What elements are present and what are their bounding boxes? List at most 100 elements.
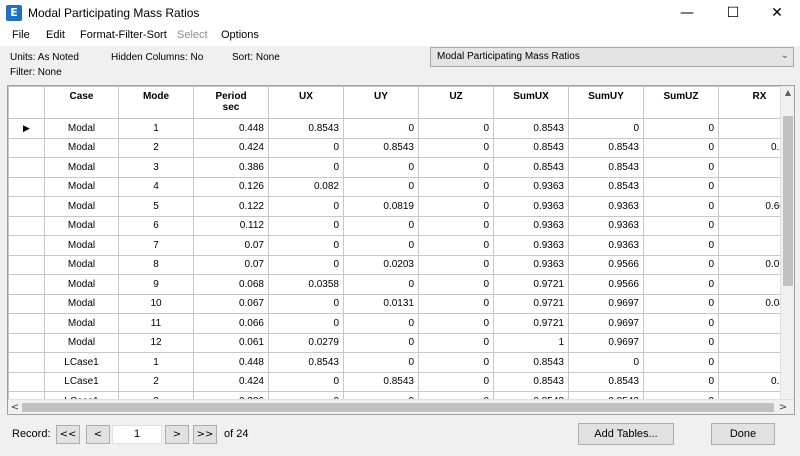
cell-case[interactable]: Modal	[44, 137, 119, 158]
cell-period[interactable]: 0.126	[193, 176, 269, 197]
cell-mode[interactable]: 2	[118, 137, 194, 158]
cell-ux[interactable]: 0	[268, 313, 344, 334]
cell-period[interactable]: 0.07	[193, 254, 269, 275]
cell-uy[interactable]: 0	[343, 235, 419, 256]
cell-sumuy[interactable]: 0.9566	[568, 254, 644, 275]
cell-case[interactable]: Modal	[44, 332, 119, 353]
cell-uy[interactable]: 0.0203	[343, 254, 419, 275]
menu-format-filter-sort[interactable]: Format-Filter-Sort	[80, 29, 167, 41]
menu-file[interactable]: File	[12, 29, 30, 41]
cell-uz[interactable]: 0	[418, 137, 494, 158]
row-selector[interactable]	[8, 352, 45, 373]
maximize-button[interactable]: ☐	[710, 0, 756, 26]
cell-mode[interactable]: 11	[118, 313, 194, 334]
cell-sumuz[interactable]: 0	[643, 235, 719, 256]
cell-sumuz[interactable]: 0	[643, 293, 719, 314]
table-row[interactable]: Modal80.0700.020300.93630.956600.0744	[8, 254, 794, 275]
column-header-mode[interactable]: Mode	[118, 86, 194, 119]
cell-sumux[interactable]: 0.9363	[493, 176, 569, 197]
data-grid[interactable]: Case Mode Period sec UX UY UZ SumUX SumUY…	[7, 85, 795, 415]
row-selector[interactable]	[8, 137, 45, 158]
cell-sumuy[interactable]: 0.9566	[568, 274, 644, 295]
cell-sumuy[interactable]: 0.9697	[568, 293, 644, 314]
column-header-sumux[interactable]: SumUX	[493, 86, 569, 119]
cell-uz[interactable]: 0	[418, 235, 494, 256]
cell-ux[interactable]: 0	[268, 196, 344, 217]
cell-sumuz[interactable]: 0	[643, 254, 719, 275]
record-number-input[interactable]: 1	[112, 425, 162, 444]
cell-mode[interactable]: 2	[118, 371, 194, 392]
cell-ux[interactable]: 0.0358	[268, 274, 344, 295]
vertical-scroll-thumb[interactable]	[783, 116, 793, 286]
table-row[interactable]: Modal90.0680.0358000.97210.956600	[8, 274, 794, 295]
cell-ux[interactable]: 0.082	[268, 176, 344, 197]
cell-sumuz[interactable]: 0	[643, 196, 719, 217]
cell-sumuz[interactable]: 0	[643, 215, 719, 236]
table-row[interactable]: Modal70.070000.93630.936300	[8, 235, 794, 256]
cell-sumuz[interactable]: 0	[643, 332, 719, 353]
row-selector[interactable]	[8, 215, 45, 236]
cell-sumuy[interactable]: 0.9363	[568, 235, 644, 256]
row-selector[interactable]: ▶	[8, 118, 45, 139]
table-row[interactable]: Modal100.06700.013100.97210.969700.0488	[8, 293, 794, 314]
previous-record-button[interactable]: <	[86, 425, 110, 444]
cell-uz[interactable]: 0	[418, 176, 494, 197]
cell-uy[interactable]: 0	[343, 176, 419, 197]
cell-uy[interactable]: 0.0131	[343, 293, 419, 314]
row-selector[interactable]	[8, 254, 45, 275]
cell-ux[interactable]: 0.8543	[268, 118, 344, 139]
cell-sumux[interactable]: 0.9721	[493, 313, 569, 334]
cell-sumuy[interactable]: 0	[568, 118, 644, 139]
cell-uz[interactable]: 0	[418, 274, 494, 295]
cell-sumuy[interactable]: 0.9363	[568, 215, 644, 236]
row-selector[interactable]	[8, 293, 45, 314]
cell-uz[interactable]: 0	[418, 313, 494, 334]
cell-period[interactable]: 0.122	[193, 196, 269, 217]
cell-uy[interactable]: 0.0819	[343, 196, 419, 217]
cell-mode[interactable]: 3	[118, 157, 194, 178]
cell-sumuy[interactable]: 0	[568, 352, 644, 373]
row-selector[interactable]	[8, 371, 45, 392]
cell-case[interactable]: Modal	[44, 157, 119, 178]
cell-mode[interactable]: 12	[118, 332, 194, 353]
cell-case[interactable]: LCase1	[44, 352, 119, 373]
cell-uy[interactable]: 0	[343, 352, 419, 373]
menu-select[interactable]: Select	[177, 29, 208, 41]
cell-uz[interactable]: 0	[418, 293, 494, 314]
cell-period[interactable]: 0.067	[193, 293, 269, 314]
cell-sumux[interactable]: 0.8543	[493, 371, 569, 392]
cell-ux[interactable]: 0	[268, 215, 344, 236]
row-selector[interactable]	[8, 332, 45, 353]
cell-period[interactable]: 0.068	[193, 274, 269, 295]
cell-period[interactable]: 0.424	[193, 137, 269, 158]
scroll-right-icon[interactable]: >	[776, 400, 790, 414]
table-row[interactable]: Modal40.1260.082000.93630.854300	[8, 176, 794, 197]
cell-sumuz[interactable]: 0	[643, 176, 719, 197]
cell-sumuy[interactable]: 0.8543	[568, 157, 644, 178]
cell-case[interactable]: Modal	[44, 235, 119, 256]
cell-sumuy[interactable]: 0.8543	[568, 176, 644, 197]
cell-uz[interactable]: 0	[418, 371, 494, 392]
cell-uy[interactable]: 0	[343, 118, 419, 139]
cell-uz[interactable]: 0	[418, 157, 494, 178]
cell-case[interactable]: Modal	[44, 254, 119, 275]
row-selector[interactable]	[8, 313, 45, 334]
cell-case[interactable]: Modal	[44, 176, 119, 197]
cell-sumuy[interactable]: 0.9697	[568, 313, 644, 334]
horizontal-scrollbar[interactable]: < >	[8, 399, 794, 414]
cell-sumux[interactable]: 0.9363	[493, 235, 569, 256]
column-header-ux[interactable]: UX	[268, 86, 344, 119]
cell-sumux[interactable]: 0.8543	[493, 157, 569, 178]
cell-uy[interactable]: 0	[343, 332, 419, 353]
first-record-button[interactable]: <<	[56, 425, 80, 444]
cell-mode[interactable]: 10	[118, 293, 194, 314]
table-row[interactable]: Modal50.12200.081900.93630.936300.6038	[8, 196, 794, 217]
cell-mode[interactable]: 8	[118, 254, 194, 275]
cell-ux[interactable]: 0	[268, 157, 344, 178]
scroll-left-icon[interactable]: <	[8, 400, 22, 414]
cell-period[interactable]: 0.448	[193, 118, 269, 139]
cell-sumuz[interactable]: 0	[643, 313, 719, 334]
table-selector-dropdown[interactable]: Modal Participating Mass Ratios ⌄	[430, 47, 794, 67]
menu-options[interactable]: Options	[221, 29, 259, 41]
row-selector[interactable]	[8, 176, 45, 197]
